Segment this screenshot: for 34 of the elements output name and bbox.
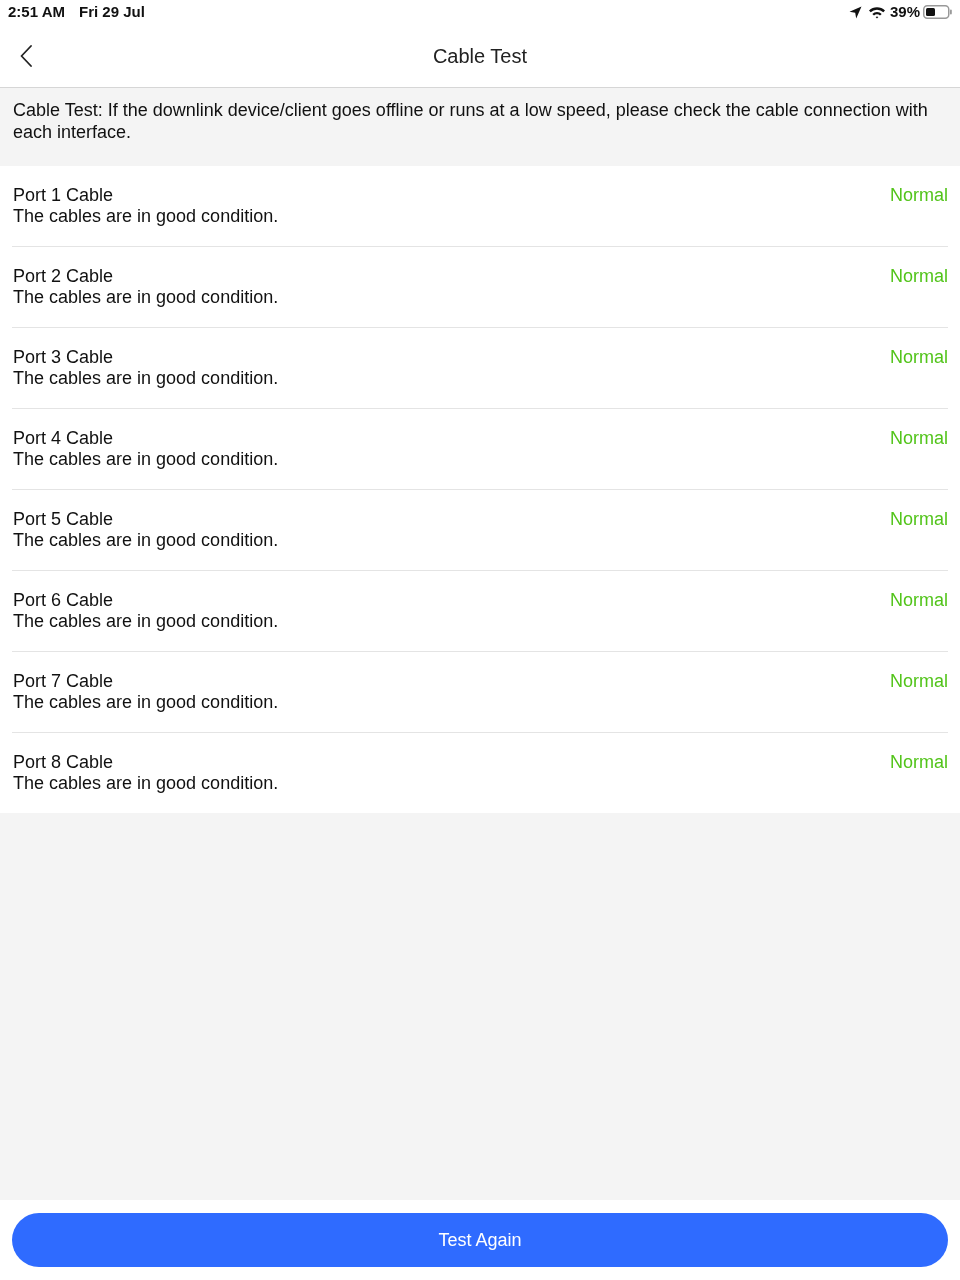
port-name: Port 8 Cable (13, 752, 115, 773)
port-name: Port 1 Cable (13, 185, 115, 206)
back-chevron-icon (20, 45, 32, 67)
port-name: Port 7 Cable (13, 671, 115, 692)
port-status: Normal (890, 590, 948, 611)
port-status: Normal (890, 266, 948, 287)
port-name: Port 6 Cable (13, 590, 115, 611)
port-description: The cables are in good condition. (13, 692, 280, 713)
port-status: Normal (890, 185, 948, 206)
port-status: Normal (890, 671, 948, 692)
status-date: Fri 29 Jul (78, 1, 145, 22)
port-description: The cables are in good condition. (13, 449, 280, 470)
port-description: The cables are in good condition. (13, 530, 280, 551)
location-arrow-icon (848, 5, 862, 19)
port-description: The cables are in good condition. (13, 773, 280, 794)
port-name: Port 3 Cable (13, 347, 115, 368)
port-description: The cables are in good condition. (13, 611, 280, 632)
port-description: The cables are in good condition. (13, 368, 280, 389)
notice-text: Cable Test: If the downlink device/client goes offline or runs at a low speed, please check the cable connection with each interface. (13, 99, 929, 143)
port-description: The cables are in good condition. (13, 206, 280, 227)
wifi-icon (867, 5, 886, 19)
port-status: Normal (890, 752, 948, 773)
port-status: Normal (890, 347, 948, 368)
test-again-button[interactable]: Test Again (12, 1213, 948, 1267)
battery-icon (923, 5, 952, 19)
port-name: Port 4 Cable (13, 428, 115, 449)
port-name: Port 5 Cable (13, 509, 115, 530)
port-status: Normal (890, 509, 948, 530)
port-name: Port 2 Cable (13, 266, 115, 287)
page-title: Cable Test (432, 43, 528, 69)
status-time: 2:51 AM (8, 1, 65, 22)
port-description: The cables are in good condition. (13, 287, 280, 308)
battery-percentage: 39% (889, 1, 920, 22)
port-status: Normal (890, 428, 948, 449)
